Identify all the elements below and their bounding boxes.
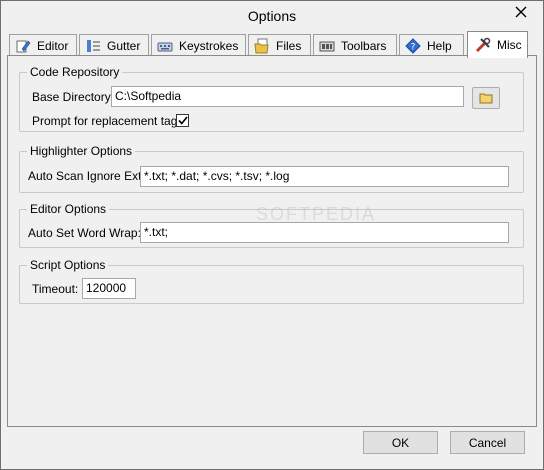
tab-label: Toolbars [341, 38, 387, 53]
checkmark-icon [177, 116, 188, 125]
options-dialog: Options Editor Gutter Keystrokes Files T… [0, 0, 544, 470]
base-directory-label: Base Directory: [32, 90, 115, 104]
script-options-group: Script Options Timeout: 120000 [19, 258, 524, 304]
tab-strip: Editor Gutter Keystrokes Files Toolbars … [7, 31, 537, 58]
timeout-label: Timeout: [32, 282, 79, 296]
gutter-icon [87, 39, 100, 52]
tab-gutter[interactable]: Gutter [79, 34, 149, 56]
tab-label: Misc [497, 38, 522, 52]
tab-editor[interactable]: Editor [9, 34, 77, 56]
tools-icon [475, 37, 491, 53]
group-caption: Editor Options [27, 202, 110, 216]
tab-label: Editor [37, 38, 69, 53]
tab-label: Gutter [107, 38, 141, 53]
close-icon [515, 6, 527, 17]
base-directory-field[interactable]: C:\Softpedia [111, 86, 464, 107]
tab-label: Keystrokes [179, 38, 239, 53]
title-bar: Options [1, 1, 543, 32]
window-title: Options [247, 8, 297, 24]
tab-label: Files [276, 38, 302, 53]
help-icon: ? [405, 37, 421, 54]
tab-help[interactable]: ? Help [399, 34, 464, 56]
auto-scan-ignore-field[interactable]: *.txt; *.dat; *.cvs; *.tsv; *.log [140, 166, 509, 187]
close-button[interactable] [505, 1, 537, 22]
word-wrap-label: Auto Set Word Wrap: [28, 226, 141, 240]
group-caption: Highlighter Options [27, 144, 136, 158]
prompt-replacement-label: Prompt for replacement tags: [32, 114, 187, 128]
files-icon [254, 38, 269, 53]
code-repository-group: Code Repository Base Directory: C:\Softp… [19, 65, 524, 132]
prompt-replacement-checkbox[interactable] [176, 114, 189, 127]
timeout-field[interactable]: 120000 [82, 278, 136, 299]
tab-misc[interactable]: Misc [467, 31, 528, 58]
cancel-button[interactable]: Cancel [450, 431, 525, 454]
ok-button[interactable]: OK [363, 431, 438, 454]
tab-label: Help [427, 38, 452, 53]
folder-icon [479, 93, 493, 104]
auto-scan-ignore-label: Auto Scan Ignore Ext: [28, 169, 145, 183]
keyboard-icon [157, 42, 173, 51]
tab-toolbars[interactable]: Toolbars [313, 34, 397, 56]
group-caption: Script Options [27, 258, 109, 272]
tab-keystrokes[interactable]: Keystrokes [151, 34, 246, 56]
word-wrap-field[interactable]: *.txt; [140, 222, 509, 243]
svg-text:?: ? [411, 42, 416, 52]
group-caption: Code Repository [27, 65, 123, 79]
browse-folder-button[interactable] [472, 87, 500, 109]
watermark: SOFTPEDIA [256, 204, 377, 224]
toolbar-icon [319, 41, 335, 51]
misc-tab-panel: Code Repository Base Directory: C:\Softp… [7, 55, 537, 427]
highlighter-options-group: Highlighter Options Auto Scan Ignore Ext… [19, 144, 524, 193]
tab-files[interactable]: Files [248, 34, 311, 56]
pencil-icon [16, 40, 31, 52]
